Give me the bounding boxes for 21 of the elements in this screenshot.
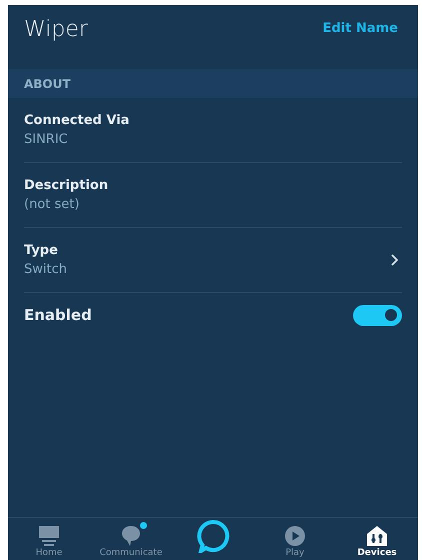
field-value: Switch <box>24 261 67 279</box>
field-label: Connected Via <box>24 112 130 130</box>
nav-tab[interactable]: Play <box>255 521 335 559</box>
field-value: SINRIC <box>24 131 69 149</box>
nav-tab[interactable]: Devices <box>337 521 417 559</box>
house-icon <box>366 525 388 547</box>
field-value: (not set) <box>24 196 80 214</box>
nav-tab[interactable]: Home <box>9 521 89 559</box>
field-label: Enabled <box>24 304 92 326</box>
ring-icon[interactable] <box>196 519 230 553</box>
page-title: Wiper <box>24 16 88 44</box>
field-label: Type <box>24 242 59 260</box>
speech-bubble-icon <box>120 523 142 547</box>
chevron-right-icon[interactable] <box>390 254 398 266</box>
nav-tab[interactable]: Communicate <box>91 521 171 559</box>
edit-name-link[interactable]: Edit Name <box>322 19 402 39</box>
play-icon <box>284 525 306 547</box>
field-label: Description <box>24 176 108 194</box>
monitor-icon <box>38 525 60 547</box>
toggle-switch[interactable] <box>353 304 402 326</box>
section-heading: ABOUT <box>24 76 71 92</box>
